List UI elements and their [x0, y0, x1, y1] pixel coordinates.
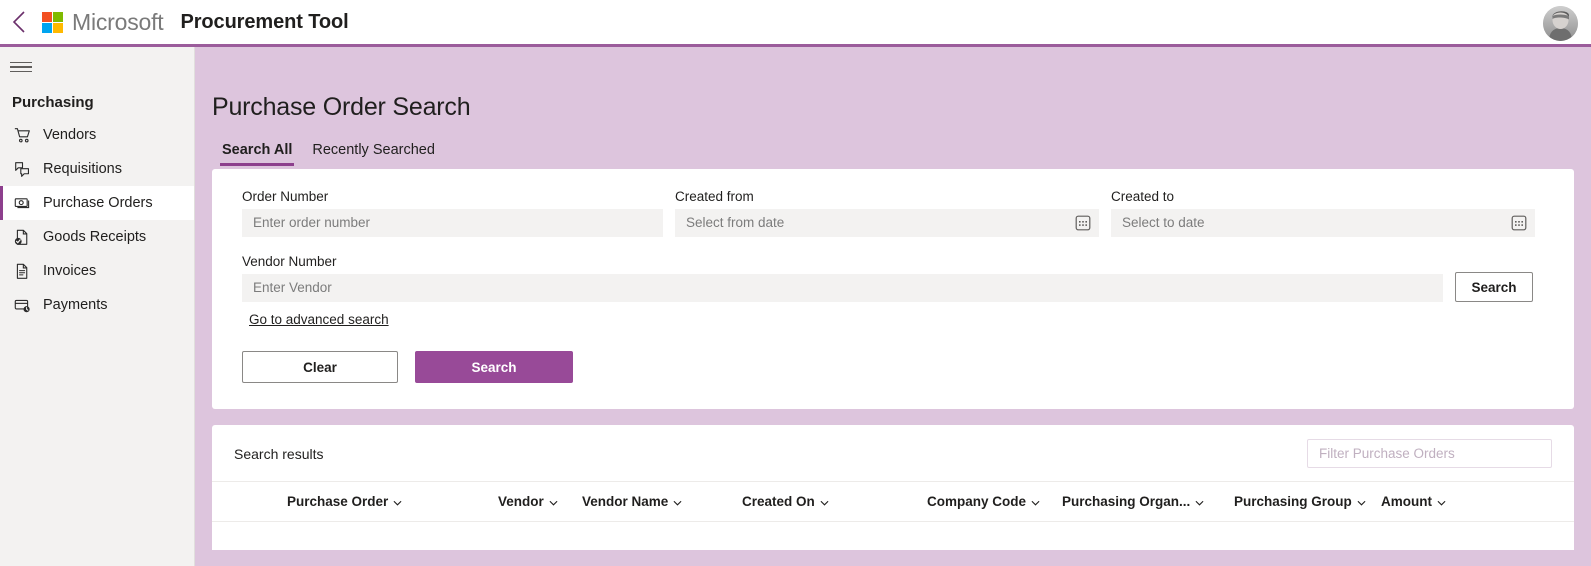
chevron-left-icon — [12, 11, 26, 33]
search-panel: Order Number Created from — [212, 169, 1574, 409]
hamburger-menu-button[interactable] — [0, 47, 195, 87]
vendor-number-field-group: Vendor Number — [242, 254, 1443, 302]
top-bar: Microsoft Procurement Tool — [0, 0, 1591, 47]
money-bill-icon — [12, 193, 32, 213]
back-button[interactable] — [0, 0, 38, 46]
sidebar-item-label: Payments — [43, 297, 108, 313]
chevron-down-icon — [1357, 494, 1366, 509]
column-header-vendor-name[interactable]: Vendor Name — [582, 494, 742, 509]
column-label: Vendor — [498, 494, 544, 509]
column-label: Amount — [1381, 494, 1432, 509]
main-content: Purchase Order Search Search All Recentl… — [195, 47, 1591, 566]
sidebar-item-label: Vendors — [43, 127, 97, 143]
chevron-down-icon — [1437, 494, 1446, 509]
shopping-cart-icon — [12, 125, 32, 145]
calendar-icon[interactable] — [1074, 214, 1092, 232]
sidebar-item-payments[interactable]: Payments — [0, 288, 194, 322]
created-to-input[interactable] — [1111, 209, 1535, 237]
filter-purchase-orders-input[interactable] — [1307, 439, 1552, 468]
column-header-amount[interactable]: Amount — [1381, 494, 1501, 509]
app-title: Procurement Tool — [180, 10, 349, 33]
avatar[interactable] — [1543, 6, 1578, 41]
search-button[interactable]: Search — [415, 351, 573, 383]
search-fields-row-2: Vendor Number Search — [242, 254, 1544, 302]
search-results-panel: Search results Purchase Order Vendor — [212, 425, 1574, 550]
column-label: Purchasing Organ... — [1062, 494, 1191, 509]
order-number-input[interactable] — [242, 209, 663, 237]
created-to-field-group: Created to — [1111, 189, 1535, 237]
requisitions-icon — [12, 159, 32, 179]
tab-bar: Search All Recently Searched — [195, 142, 1591, 166]
column-header-company-code[interactable]: Company Code — [927, 494, 1062, 509]
clear-button[interactable]: Clear — [242, 351, 398, 383]
sidebar-item-requisitions[interactable]: Requisitions — [0, 152, 194, 186]
chevron-down-icon — [549, 494, 558, 509]
sidebar-item-label: Requisitions — [43, 161, 122, 177]
sidebar: Purchasing Vendors Requisitions Purchase… — [0, 47, 195, 566]
column-header-created-on[interactable]: Created On — [742, 494, 927, 509]
chevron-down-icon — [1031, 494, 1040, 509]
app-root: Microsoft Procurement Tool Purchasing Ve… — [0, 0, 1591, 566]
created-from-field-group: Created from — [675, 189, 1099, 237]
vendor-number-input[interactable] — [242, 274, 1443, 302]
chevron-down-icon — [393, 494, 402, 509]
advanced-search-link[interactable]: Go to advanced search — [249, 312, 389, 327]
invoice-document-icon — [12, 261, 32, 281]
column-label: Purchase Order — [287, 494, 389, 509]
sidebar-item-label: Invoices — [43, 263, 97, 279]
calendar-icon[interactable] — [1510, 214, 1528, 232]
sidebar-item-label: Goods Receipts — [43, 229, 147, 245]
chevron-down-icon — [1195, 494, 1204, 509]
document-check-icon — [12, 227, 32, 247]
microsoft-logo-icon — [42, 11, 63, 33]
vendor-number-label: Vendor Number — [242, 254, 337, 269]
results-title: Search results — [234, 445, 324, 462]
created-from-label: Created from — [675, 189, 754, 204]
sidebar-item-goods-receipts[interactable]: Goods Receipts — [0, 220, 194, 254]
column-header-purchasing-organization[interactable]: Purchasing Organ... — [1062, 494, 1234, 509]
column-label: Company Code — [927, 494, 1027, 509]
form-actions: Clear Search — [242, 351, 1544, 383]
results-header: Search results — [212, 425, 1574, 482]
order-number-label: Order Number — [242, 189, 329, 204]
column-label: Created On — [742, 494, 815, 509]
hamburger-menu-icon — [10, 59, 32, 75]
vendor-search-button[interactable]: Search — [1455, 272, 1533, 302]
chevron-down-icon — [820, 494, 829, 509]
column-header-purchasing-group[interactable]: Purchasing Group — [1234, 494, 1381, 509]
tab-recently-searched[interactable]: Recently Searched — [302, 142, 445, 166]
created-from-input[interactable] — [675, 209, 1099, 237]
results-table-body — [212, 522, 1574, 550]
sidebar-item-vendors[interactable]: Vendors — [0, 118, 194, 152]
results-table-header: Purchase Order Vendor Vendor Name Create… — [212, 482, 1574, 522]
search-fields-row-1: Order Number Created from — [242, 189, 1544, 237]
tab-search-all[interactable]: Search All — [212, 142, 302, 166]
page-title: Purchase Order Search — [212, 93, 471, 121]
column-label: Purchasing Group — [1234, 494, 1352, 509]
created-to-label: Created to — [1111, 189, 1175, 204]
sidebar-item-invoices[interactable]: Invoices — [0, 254, 194, 288]
column-header-purchase-order[interactable]: Purchase Order — [287, 494, 498, 509]
brand-name: Microsoft — [72, 8, 164, 35]
sidebar-title: Purchasing — [12, 94, 94, 111]
order-number-field-group: Order Number — [242, 189, 663, 237]
column-label: Vendor Name — [582, 494, 669, 509]
column-header-vendor[interactable]: Vendor — [498, 494, 582, 509]
chevron-down-icon — [673, 494, 682, 509]
avatar-photo-icon — [1543, 6, 1578, 41]
sidebar-item-purchase-orders[interactable]: Purchase Orders — [0, 186, 194, 220]
sidebar-item-label: Purchase Orders — [43, 195, 153, 211]
card-clock-icon — [12, 295, 32, 315]
